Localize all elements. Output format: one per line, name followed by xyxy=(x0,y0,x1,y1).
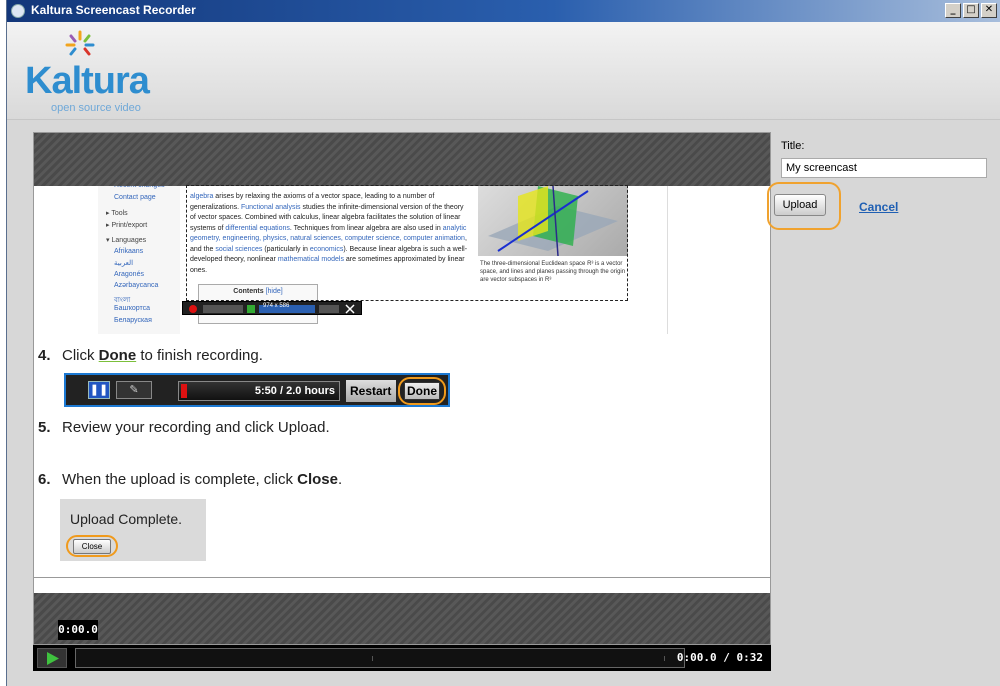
step-6-number: 6. xyxy=(38,471,51,488)
step-6: 6. When the upload is complete, click Clo… xyxy=(38,471,342,488)
minimize-button[interactable]: _ xyxy=(945,3,961,18)
pause-icon: ❚❚ xyxy=(88,381,110,399)
step-6-text-end: . xyxy=(337,471,343,488)
wiki-nav-item: Беларуская xyxy=(114,316,152,324)
close-button-image: Close xyxy=(73,539,111,554)
recording-time: 5:50 / 2.0 hours xyxy=(254,385,335,397)
capture-size: 974 x 586 xyxy=(263,303,290,309)
title-input[interactable] xyxy=(781,158,987,178)
step-5: 5. Review your recording and click Upload… xyxy=(38,419,330,436)
player-controls: 0:00.0 / 0:32 xyxy=(33,645,771,671)
step-6-text: When the upload is complete, click xyxy=(62,471,298,488)
timeline-scrubber[interactable] xyxy=(75,648,685,668)
title-bar: Kaltura Screencast Recorder _ □ ✕ xyxy=(7,0,1000,22)
step-4: 4. Click Done to finish recording. xyxy=(38,347,263,364)
upload-button[interactable]: Upload xyxy=(774,194,826,216)
maximize-button[interactable]: □ xyxy=(963,3,979,18)
scrub-time-tooltip: 0:00.0 xyxy=(58,620,98,640)
done-highlight: Done xyxy=(398,377,446,405)
wiki-nav-item: ▸ Tools xyxy=(106,210,128,217)
wiki-nav-item: Aragonés xyxy=(114,270,144,278)
wiki-nav-item: العربية xyxy=(114,260,134,267)
top-letterbox xyxy=(34,133,770,186)
wiki-nav-item: Recent changes xyxy=(114,186,165,189)
play-button[interactable] xyxy=(37,648,67,668)
wiki-nav-item: বাংলা xyxy=(114,296,131,304)
close-window-button[interactable]: ✕ xyxy=(981,3,997,18)
wiki-nav-item: ▾ Languages xyxy=(106,237,147,244)
wiki-nav-item: ▸ Print/export xyxy=(106,221,148,229)
step-5-number: 5. xyxy=(38,419,51,436)
selection-rectangle xyxy=(186,185,628,301)
wiki-nav-item: Башҡортса xyxy=(114,305,151,312)
bottom-letterbox xyxy=(34,593,770,644)
main-content: Recent changes Contact page ▸ Tools ▸ Print… xyxy=(7,120,1000,686)
step-4-text-end: to finish recording. xyxy=(136,347,263,364)
playback-time: 0:00.0 / 0:32 xyxy=(676,651,763,664)
step-4-bold: Done xyxy=(98,347,137,364)
cancel-link[interactable]: Cancel xyxy=(859,200,898,214)
window-title: Kaltura Screencast Recorder xyxy=(31,3,196,17)
recording-progress: 5:50 / 2.0 hours xyxy=(178,381,340,401)
wiki-nav-item: Azərbaycanca xyxy=(114,282,159,289)
step-4-text: Click xyxy=(62,347,99,364)
app-icon xyxy=(11,4,25,18)
close-highlight: Close xyxy=(66,535,118,557)
step-4-number: 4. xyxy=(38,347,51,364)
header-bar: Kaltura open source video xyxy=(7,22,1000,120)
record-indicator xyxy=(181,384,187,398)
recorder-window: Kaltura Screencast Recorder _ □ ✕ Kaltur… xyxy=(6,0,1000,686)
title-label: Title: xyxy=(781,140,805,152)
wiki-nav-item: Contact page xyxy=(114,193,156,201)
step-6-bold: Close xyxy=(297,471,338,488)
upload-panel: Title: Upload Cancel xyxy=(767,140,991,230)
wiki-nav: Recent changes Contact page ▸ Tools ▸ Print… xyxy=(98,186,180,334)
logo-wordmark: Kaltura xyxy=(25,60,150,102)
done-button-image: Done xyxy=(404,382,440,400)
recording-toolbar: 974 x 586 xyxy=(182,301,362,315)
divider xyxy=(34,577,770,578)
logo-tagline: open source video xyxy=(51,102,141,114)
step-5-text: Review your recording and click Upload. xyxy=(62,419,330,436)
play-icon xyxy=(47,652,59,665)
restart-button-image: Restart xyxy=(346,380,396,402)
upload-complete-dialog-image: Upload Complete. Close xyxy=(60,499,206,561)
logo-burst-icon xyxy=(65,30,95,56)
upload-complete-heading: Upload Complete. xyxy=(70,511,183,527)
wiki-nav-item: Afrikaans xyxy=(114,247,144,255)
recorder-control-bar: ❚❚ ✎ 5:50 / 2.0 hours Restart Done xyxy=(64,373,450,407)
upload-highlight: Upload xyxy=(767,182,841,230)
video-preview: Recent changes Contact page ▸ Tools ▸ Print… xyxy=(33,132,771,645)
kaltura-logo: Kaltura open source video xyxy=(25,30,165,115)
pen-icon: ✎ xyxy=(116,381,152,399)
window-controls: _ □ ✕ xyxy=(945,3,997,18)
timeline-tick xyxy=(372,656,373,661)
timeline-tick xyxy=(664,656,665,661)
